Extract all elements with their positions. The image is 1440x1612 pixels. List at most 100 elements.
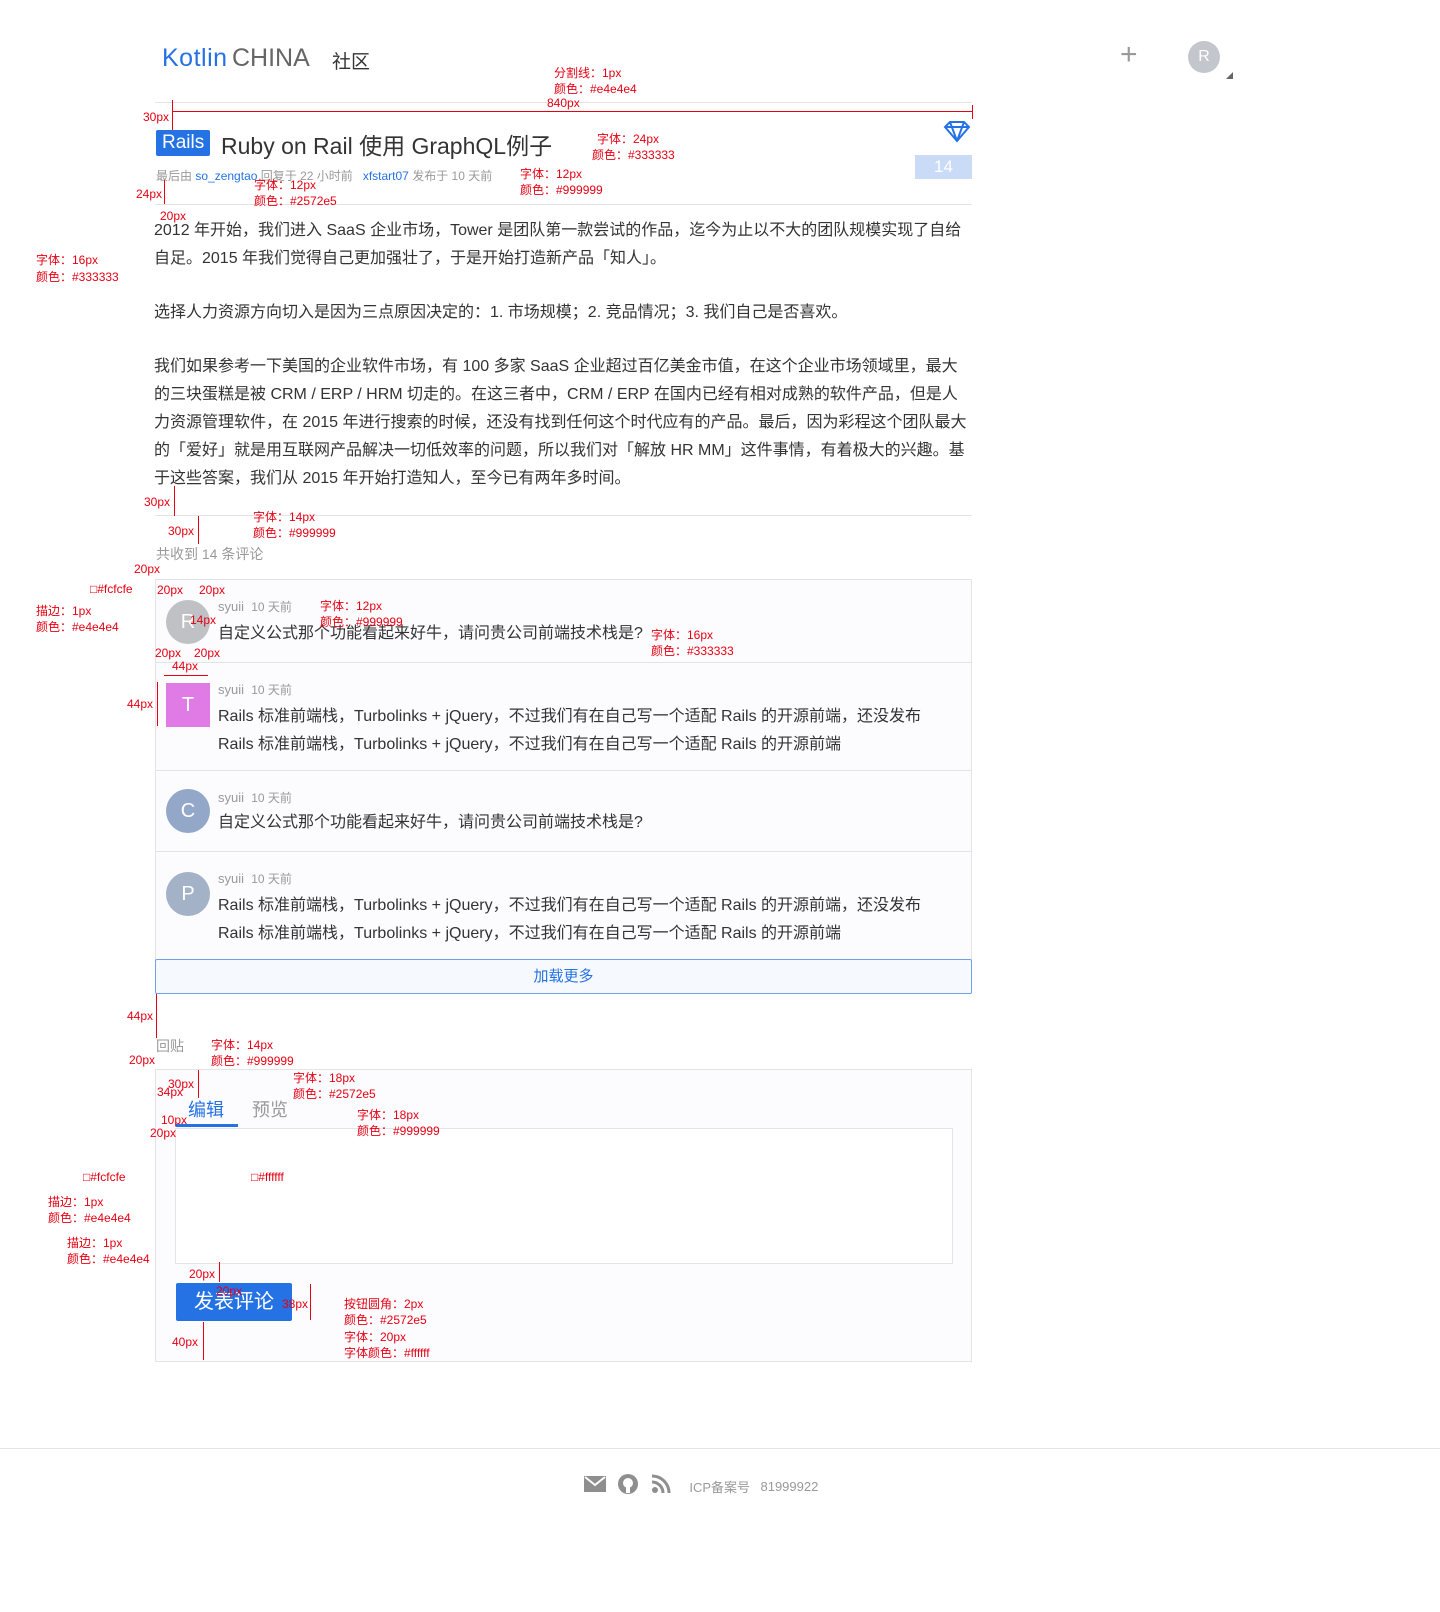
annotation-dim: 44px <box>172 659 199 673</box>
comment-list: R syuii 10 天前 自定义公式那个功能看起来好牛，请问贵公司前端技术栈是… <box>155 579 972 960</box>
logo-kotlin: Kotlin <box>162 44 228 72</box>
annotation-note: 字体：16px <box>651 628 714 642</box>
annotation-note: 分割线：1px <box>554 66 622 80</box>
annotation-note: 描边：1px <box>67 1236 123 1250</box>
annotation-note: 颜色：#2572e5 <box>293 1087 376 1101</box>
comment-item: T syuii 10 天前 Rails 标准前端栈，Turbolinks + j… <box>156 663 971 771</box>
site-logo[interactable]: Kotlin CHINA <box>162 44 310 73</box>
annotation-note: 颜色：#999999 <box>520 183 603 197</box>
comment-user[interactable]: syuii <box>218 599 244 614</box>
user-avatar-letter: R <box>1198 48 1210 65</box>
annotation-line <box>972 105 973 119</box>
annotation-note: □#ffffff <box>251 1170 284 1184</box>
meta-author-link[interactable]: xfstart07 <box>363 169 409 183</box>
annotation-line <box>174 486 175 516</box>
annotation-dim: 20px <box>189 1267 216 1281</box>
body-paragraph: 我们如果参考一下美国的企业软件市场，有 100 多家 SaaS 企业超过百亿美金… <box>154 358 967 487</box>
annotation-note: 字体：18px <box>293 1071 356 1085</box>
comment-meta: syuii 10 天前 <box>218 870 292 887</box>
annotation-dim: 30px <box>168 524 195 538</box>
annotation-note: 颜色：#2572e5 <box>254 194 337 208</box>
tab-edit[interactable]: 编辑 <box>188 1096 224 1122</box>
annotation-dim: 38px <box>282 1297 309 1311</box>
comment-item: P syuii 10 天前 Rails 标准前端栈，Turbolinks + j… <box>156 852 971 959</box>
topic-body: 2012 年开始，我们进入 SaaS 企业市场，Tower 是团队第一款尝试的作… <box>154 217 972 493</box>
comment-meta: syuii 10 天前 <box>218 598 292 615</box>
icp-number: 81999922 <box>760 1479 819 1494</box>
annotation-note: 颜色：#2572e5 <box>344 1313 427 1327</box>
topic-title: Ruby on Rail 使用 GraphQL例子 <box>221 133 553 159</box>
rss-icon[interactable] <box>651 1474 671 1499</box>
comment-count: 共收到 14 条评论 <box>156 546 264 562</box>
annotation-line <box>164 180 165 204</box>
reply-count: 14 <box>934 157 953 176</box>
comment-text: Rails 标准前端栈，Turbolinks + jQuery，不过我们有在自己… <box>218 897 922 942</box>
reply-editor[interactable] <box>175 1128 953 1264</box>
annotation-note: 字体：12px <box>520 167 583 181</box>
annotation-note: □#fcfcfe <box>90 582 133 596</box>
tab-preview[interactable]: 预览 <box>252 1096 288 1122</box>
github-icon[interactable] <box>618 1474 639 1499</box>
new-topic-plus-icon[interactable]: + <box>1120 38 1138 72</box>
reply-box: 编辑 预览 发表评论 <box>155 1069 972 1362</box>
annotation-dim: 30px <box>143 110 170 124</box>
comment-avatar[interactable]: T <box>166 683 210 727</box>
comment-user[interactable]: syuii <box>218 871 244 886</box>
comment-time: 10 天前 <box>251 872 292 886</box>
annotation-line <box>203 1322 204 1360</box>
diamond-icon[interactable] <box>943 120 971 149</box>
comment-item: R syuii 10 天前 自定义公式那个功能看起来好牛，请问贵公司前端技术栈是… <box>156 580 971 663</box>
annotation-note: 颜色：#e4e4e4 <box>554 82 637 96</box>
reply-count-badge: 14 <box>915 155 972 179</box>
annotation-line <box>156 994 157 1038</box>
annotation-note: 颜色：#999999 <box>253 526 336 540</box>
annotation-dim: 20px <box>129 1053 156 1067</box>
meta-prefix: 最后由 <box>156 169 193 183</box>
annotation-note: 描边：1px <box>36 604 92 618</box>
annotation-dim: 24px <box>136 187 163 201</box>
topic-tag[interactable]: Rails <box>156 130 211 156</box>
annotation-dim: 20px <box>199 583 226 597</box>
annotation-note: 颜色：#e4e4e4 <box>36 620 119 634</box>
annotation-note: 字体：14px <box>253 510 316 524</box>
annotation-note: □#fcfcfe <box>83 1170 126 1184</box>
comment-text: 自定义公式那个功能看起来好牛，请问贵公司前端技术栈是? <box>218 814 643 831</box>
comment-time: 10 天前 <box>251 600 292 614</box>
caret-down-icon[interactable] <box>1226 72 1233 79</box>
annotation-dim: 840px <box>547 96 580 110</box>
annotation-dim: 20px <box>134 562 161 576</box>
comment-time: 10 天前 <box>251 791 292 805</box>
comment-user[interactable]: syuii <box>218 790 244 805</box>
footer-divider <box>0 1448 1440 1449</box>
annotation-note: 颜色：#999999 <box>357 1124 440 1138</box>
annotation-dim: 40px <box>172 1335 199 1349</box>
mail-icon[interactable] <box>584 1476 606 1497</box>
annotation-line <box>310 1284 311 1320</box>
topic-meta: 最后由 so_zengtao 回复于 22 小时前 xfstart07 发布于 … <box>156 167 492 184</box>
user-avatar[interactable]: R <box>1188 41 1220 73</box>
annotation-dim: 20px <box>157 583 184 597</box>
annotation-note: 颜色：#333333 <box>36 270 119 284</box>
icp-label: ICP备案号 <box>689 1480 751 1495</box>
annotation-dim: 20px <box>160 209 187 223</box>
annotation-dim: 34px <box>157 1085 184 1099</box>
annotation-line <box>219 1262 220 1282</box>
annotation-note: 颜色：#e4e4e4 <box>48 1211 131 1225</box>
comment-avatar[interactable]: P <box>166 872 210 916</box>
annotation-note: 字体：12px <box>320 599 383 613</box>
nav-community[interactable]: 社区 <box>332 47 370 74</box>
load-more-button[interactable]: 加载更多 <box>155 959 972 994</box>
body-paragraph: 2012 年开始，我们进入 SaaS 企业市场，Tower 是团队第一款尝试的作… <box>154 222 962 267</box>
annotation-dim: 30px <box>144 495 171 509</box>
comment-item: C syuii 10 天前 自定义公式那个功能看起来好牛，请问贵公司前端技术栈是… <box>156 771 971 852</box>
annotation-line <box>172 111 972 112</box>
meta-last-user-link[interactable]: so_zengtao <box>195 169 257 183</box>
annotation-line <box>198 1070 199 1098</box>
annotation-dim: 44px <box>127 697 154 711</box>
comment-user[interactable]: syuii <box>218 682 244 697</box>
comment-avatar[interactable]: C <box>166 789 210 833</box>
comment-meta: syuii 10 天前 <box>218 681 292 698</box>
comment-meta: syuii 10 天前 <box>218 789 292 806</box>
annotation-note: 颜色：#e4e4e4 <box>67 1252 150 1266</box>
meta-publish-time: 发布于 10 天前 <box>412 169 493 183</box>
